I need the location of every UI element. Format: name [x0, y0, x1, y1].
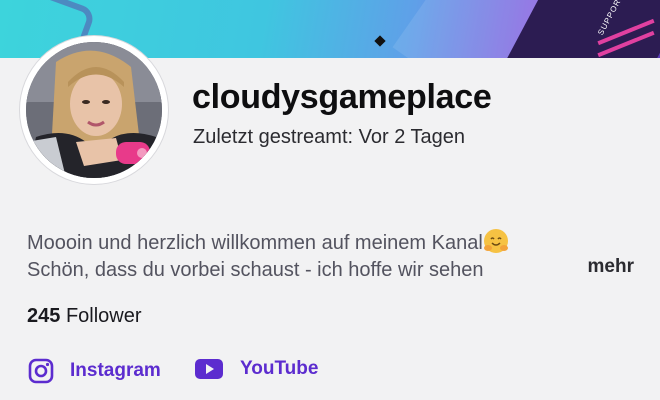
last-stream-info: Zuletzt gestreamt: Vor 2 Tagen [193, 126, 466, 148]
follower-count: 245 Follower [27, 305, 142, 328]
description-line: Schön, dass du vorbei schaust - ich hoff… [27, 256, 637, 284]
youtube-link[interactable]: YouTube [194, 358, 318, 380]
description-text: Moooin und herzlich willkommen auf meine… [27, 232, 483, 254]
channel-name: cloudysgameplace [192, 78, 492, 116]
more-button[interactable]: mehr [581, 256, 634, 278]
channel-description: Moooin und herzlich willkommen auf meine… [27, 228, 637, 284]
instagram-icon [28, 358, 54, 384]
avatar-image [26, 42, 162, 178]
banner-diamond-icon [374, 35, 386, 47]
description-text: Schön, dass du vorbei schaust - ich hoff… [27, 259, 484, 281]
follower-number: 245 [27, 305, 61, 327]
youtube-label: YouTube [240, 358, 319, 379]
youtube-icon [195, 359, 223, 379]
avatar[interactable] [20, 36, 168, 184]
follower-label: Follower [65, 305, 142, 327]
description-line: Moooin und herzlich willkommen auf meine… [27, 228, 637, 256]
instagram-link[interactable]: Instagram [28, 358, 161, 384]
instagram-label: Instagram [70, 360, 161, 381]
hugging-face-emoji-icon [483, 229, 508, 253]
